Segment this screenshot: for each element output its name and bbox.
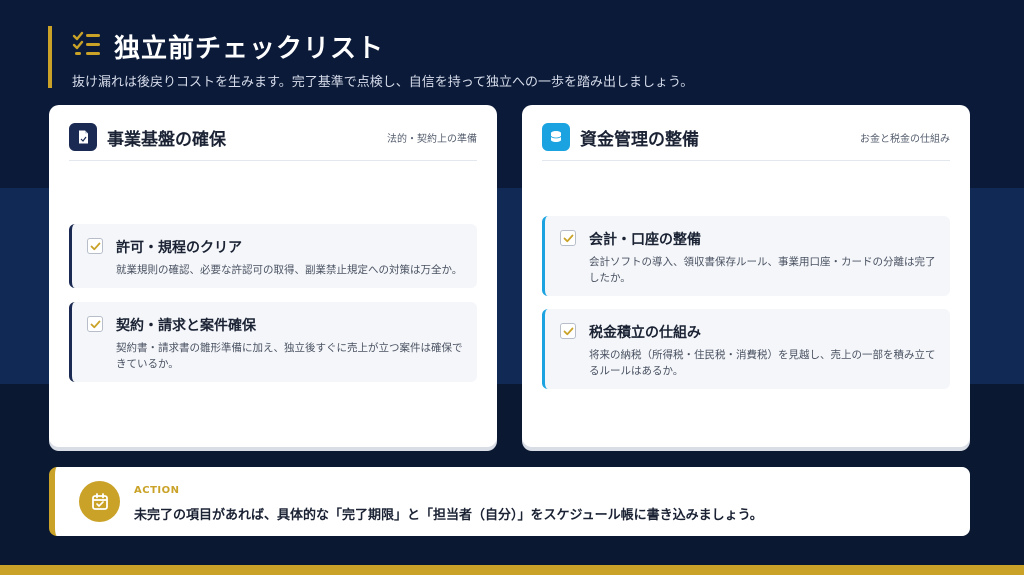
checklist-icon [72,30,102,58]
card-tag: お金と税金の仕組み [860,134,950,145]
item-title: 税金積立の仕組み [589,325,701,341]
item-title: 契約・請求と案件確保 [116,318,256,334]
card-header: 資金管理の整備 お金と税金の仕組み [542,121,950,161]
check-icon [563,327,573,335]
action-text: 未完了の項目があれば、具体的な「完了期限」と「担当者（自分）」をスケジュール帳に… [134,508,763,523]
card-title: 資金管理の整備 [580,130,699,150]
checklist-item[interactable]: 許可・規程のクリア 就業規則の確認、必要な許認可の取得、副業禁止規定への対策は万… [69,224,477,288]
checkbox[interactable] [87,238,103,254]
item-description: 契約書・請求書の雛形準備に加え、独立後すぐに売上が立つ案件は確保できているか。 [116,342,463,370]
checklist-item[interactable]: 会計・口座の整備 会計ソフトの導入、領収書保存ルール、事業用口座・カードの分離は… [542,216,950,296]
bottom-accent-bar [0,565,1024,575]
check-icon [90,320,100,328]
checkbox[interactable] [560,230,576,246]
document-icon [69,123,97,151]
item-description: 将来の納税（所得税・住民税・消費税）を見越し、売上の一部を積み立てるルールはある… [589,349,936,377]
card-title: 事業基盤の確保 [107,130,226,150]
item-title: 会計・口座の整備 [589,232,701,248]
card-financial-management: 資金管理の整備 お金と税金の仕組み 会計・口座の整備 会計ソフトの導入、領収書保… [522,105,970,447]
title-accent-bar [48,26,52,88]
check-icon [563,234,573,242]
page-subtitle: 抜け漏れは後戻りコストを生みます。完了基準で点検し、自信を持って独立への一歩を踏… [72,75,694,90]
card-header: 事業基盤の確保 法的・契約上の準備 [69,121,477,161]
calendar-check-icon [79,481,120,522]
item-description: 会計ソフトの導入、領収書保存ルール、事業用口座・カードの分離は完了したか。 [589,256,936,284]
checkbox[interactable] [87,316,103,332]
check-icon [90,242,100,250]
coins-icon [542,123,570,151]
card-business-foundation: 事業基盤の確保 法的・契約上の準備 許可・規程のクリア 就業規則の確認、必要な許… [49,105,497,447]
checklist-item[interactable]: 契約・請求と案件確保 契約書・請求書の雛形準備に加え、独立後すぐに売上が立つ案件… [69,302,477,382]
checklist-item[interactable]: 税金積立の仕組み 将来の納税（所得税・住民税・消費税）を見越し、売上の一部を積み… [542,309,950,389]
card-tag: 法的・契約上の準備 [387,134,477,145]
item-description: 就業規則の確認、必要な許認可の取得、副業禁止規定への対策は万全か。 [116,264,463,276]
page-title: 独立前チェックリスト [114,34,385,64]
checkbox[interactable] [560,323,576,339]
action-banner: ACTION 未完了の項目があれば、具体的な「完了期限」と「担当者（自分）」をス… [49,467,970,536]
action-label: ACTION [134,485,180,496]
item-title: 許可・規程のクリア [116,240,242,256]
